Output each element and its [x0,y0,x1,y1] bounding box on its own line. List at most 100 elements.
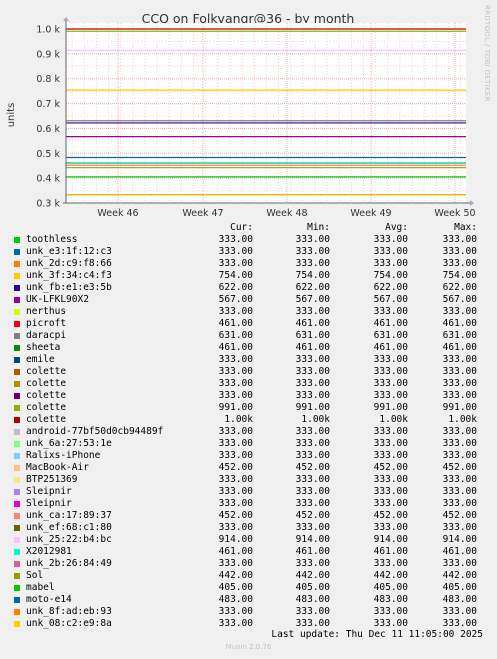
legend-series-name: unk_ca:17:89:37 [26,510,112,521]
legend-value-avg: 461.00 [373,318,408,329]
legend-value-max: 631.00 [442,330,477,341]
y-tick-label: 0.8 k [36,74,60,85]
rrdtool-credit: RRDTOOL / TOBI OETIKER [483,5,491,102]
legend-value-min: 333.00 [295,258,330,269]
legend-series-name: unk_3f:34:c4:f3 [26,270,112,281]
legend-value-cur: 461.00 [218,318,253,329]
legend-value-avg: 333.00 [373,378,408,389]
legend-value-max: 333.00 [442,234,477,245]
legend-value-min: 333.00 [295,486,330,497]
legend-swatch [14,357,20,363]
legend-value-max: 461.00 [442,318,477,329]
legend-series-name: Sleipnir [26,486,72,497]
legend-value-max: 442.00 [442,570,477,581]
legend-series-name: Sol [26,570,44,581]
legend-value-max: 333.00 [442,486,477,497]
y-tick-label: 0.9 k [36,49,60,60]
legend-row: colette 333.00 333.00 333.00 333.00 [0,390,497,402]
legend-value-avg: 333.00 [373,426,408,437]
legend-series-name: unk_08:c2:e9:8a [26,618,112,629]
legend-series-name: daracpi [26,330,67,341]
legend-swatch [14,609,20,615]
legend-series-name: colette [26,402,67,413]
legend-row: unk_ef:68:c1:80 333.00 333.00 333.00 333.00 [0,522,497,534]
x-tick-label: Week 46 [97,208,138,219]
legend-series-name: MacBook-Air [26,462,89,473]
legend-series-name: colette [26,378,67,389]
y-axis-arrow [63,17,69,21]
legend-value-max: 461.00 [442,546,477,557]
legend-value-min: 333.00 [295,378,330,389]
munin-version: Munin 2.0.76 [225,643,272,651]
legend-swatch [14,381,20,387]
legend-series-name: unk_fb:e1:e3:5b [26,282,112,293]
legend-series-name: mabel [26,582,55,593]
legend-series-name: unk_2d:c9:f8:66 [26,258,112,269]
y-tick-label: 0.5 k [36,149,60,160]
legend-value-avg: 333.00 [373,246,408,257]
legend-value-min: 333.00 [295,474,330,485]
legend-value-max: 333.00 [442,438,477,449]
legend-row: unk_ca:17:89:37 452.00 452.00 452.00 452.00 [0,510,497,522]
legend-row: unk_25:22:b4:bc 914.00 914.00 914.00 914.00 [0,534,497,546]
legend-value-max: 461.00 [442,342,477,353]
legend-value-min: 405.00 [295,582,330,593]
legend-swatch [14,561,20,567]
legend-row: UK-LFKL90X2 567.00 567.00 567.00 567.00 [0,294,497,306]
chart-plot: CCQ on Folkvangr@36 - by month units 0.3… [6,11,476,219]
legend-value-min: 333.00 [295,234,330,245]
legend-value-cur: 333.00 [218,378,253,389]
legend-value-max: 333.00 [442,306,477,317]
legend-series-name: nerthus [26,306,67,317]
x-tick-label: Week 50 [434,208,475,219]
legend-value-max: 333.00 [442,354,477,365]
legend-row: BTP251369 333.00 333.00 333.00 333.00 [0,474,497,486]
y-tick-label: 0.7 k [36,99,60,110]
legend-swatch [14,249,20,255]
legend-swatch [14,525,20,531]
legend-value-min: 452.00 [295,510,330,521]
legend-value-max: 405.00 [442,582,477,593]
legend-row: colette 991.00 991.00 991.00 991.00 [0,402,497,414]
legend-value-min: 442.00 [295,570,330,581]
legend-series-name: toothless [26,234,78,245]
legend-row: unk_3f:34:c4:f3 754.00 754.00 754.00 754.00 [0,270,497,282]
legend-series-name: unk_e3:1f:12:c3 [26,246,112,257]
legend-value-cur: 483.00 [218,594,253,605]
legend-swatch [14,441,20,447]
legend-value-max: 333.00 [442,378,477,389]
legend-series-name: moto-e14 [26,594,72,605]
legend-swatch [14,549,20,555]
legend-header: Cur: Min: Avg: Max: [0,222,497,234]
legend-swatch [14,273,20,279]
legend-value-avg: 333.00 [373,306,408,317]
legend-value-avg: 333.00 [373,498,408,509]
legend-value-avg: 1.00k [379,414,408,425]
legend-value-min: 333.00 [295,246,330,257]
legend-series-name: unk_6a:27:53:1e [26,438,112,449]
legend-value-max: 483.00 [442,594,477,605]
legend-value-max: 991.00 [442,402,477,413]
legend-value-cur: 333.00 [218,498,253,509]
legend-value-max: 567.00 [442,294,477,305]
legend-value-min: 622.00 [295,282,330,293]
legend-value-min: 333.00 [295,390,330,401]
legend-value-avg: 333.00 [373,558,408,569]
legend-series-name: android-77bf50d0cb94489f [26,426,164,437]
legend-row: daracpi 631.00 631.00 631.00 631.00 [0,330,497,342]
legend-swatch [14,429,20,435]
legend-row: picroft 461.00 461.00 461.00 461.00 [0,318,497,330]
legend-value-avg: 452.00 [373,510,408,521]
legend-swatch [14,297,20,303]
legend-series-name: BTP251369 [26,474,78,485]
legend-value-avg: 631.00 [373,330,408,341]
legend-value-cur: 333.00 [218,258,253,269]
legend-series-name: unk_25:22:b4:bc [26,534,112,545]
legend-col-max: Max: [454,222,477,233]
legend-value-avg: 333.00 [373,390,408,401]
legend-value-min: 333.00 [295,438,330,449]
legend-swatch [14,333,20,339]
legend-value-min: 754.00 [295,270,330,281]
legend-value-max: 333.00 [442,246,477,257]
legend-value-avg: 461.00 [373,546,408,557]
